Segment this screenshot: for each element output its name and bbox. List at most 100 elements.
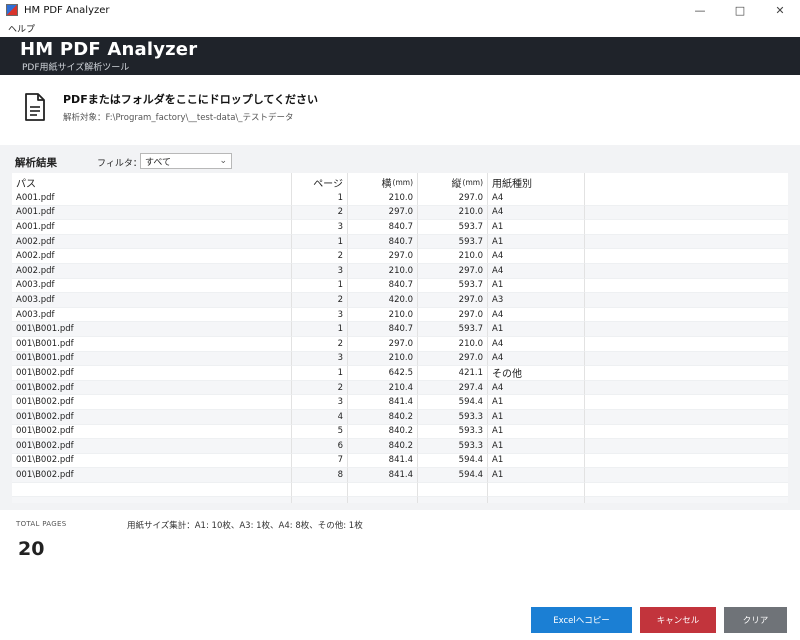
empty-cell (12, 482, 292, 498)
cell-type: A4 (488, 336, 585, 352)
total-pages-value: 20 (18, 538, 45, 560)
maximize-icon[interactable]: □ (720, 0, 760, 20)
cell-path: A003.pdf (12, 293, 292, 308)
table-row[interactable]: 001\B002.pdf 1 642.5 421.1 その他 (12, 366, 788, 381)
cell-type: A4 (488, 351, 585, 367)
cell-height: 593.3 (418, 409, 488, 425)
cell-height: 297.0 (418, 293, 488, 308)
table-row[interactable]: A001.pdf 1 210.0 297.0 A4 (12, 191, 788, 206)
cell-filler (585, 425, 788, 440)
cell-page: 2 (292, 205, 348, 221)
cell-type: A1 (488, 453, 585, 469)
cell-width: 297.0 (348, 249, 418, 264)
results-title: 解析結果 (15, 157, 57, 169)
table-row[interactable]: 001\B002.pdf 4 840.2 593.3 A1 (12, 409, 788, 425)
cell-path: A002.pdf (12, 249, 292, 264)
cell-width: 210.0 (348, 351, 418, 367)
table-row[interactable]: 001\B002.pdf 6 840.2 593.3 A1 (12, 439, 788, 454)
table-row[interactable]: 001\B001.pdf 1 840.7 593.7 A1 (12, 322, 788, 337)
cell-path: 001\B002.pdf (12, 439, 292, 454)
cell-filler (585, 235, 788, 250)
cell-path: 001\B001.pdf (12, 336, 292, 352)
cell-page: 1 (292, 191, 348, 206)
cell-width: 840.2 (348, 424, 418, 440)
table-row[interactable]: 001\B002.pdf 2 210.4 297.4 A4 (12, 380, 788, 396)
table-row[interactable]: A001.pdf 2 297.0 210.0 A4 (12, 205, 788, 221)
cell-filler (585, 206, 788, 221)
table-row[interactable]: A001.pdf 3 840.7 593.7 A1 (12, 220, 788, 235)
empty-cell (585, 483, 788, 498)
cell-filler (585, 454, 788, 469)
header-height[interactable]: 縦 (mm) (418, 173, 488, 191)
cell-page: 5 (292, 424, 348, 440)
filter-selected-value: すべて (145, 157, 172, 168)
table-row[interactable]: 001\B002.pdf 3 841.4 594.4 A1 (12, 395, 788, 410)
cell-path: 001\B002.pdf (12, 453, 292, 469)
filter-label: フィルタ： (97, 159, 142, 169)
table-row[interactable]: A002.pdf 3 210.0 297.0 A4 (12, 263, 788, 279)
minimize-icon[interactable]: — (680, 0, 720, 20)
table-row[interactable]: A002.pdf 2 297.0 210.0 A4 (12, 249, 788, 264)
empty-cell (348, 497, 418, 503)
close-icon[interactable]: ✕ (760, 0, 800, 20)
header-type[interactable]: 用紙種別 (488, 173, 585, 191)
table-row[interactable]: 001\B001.pdf 2 297.0 210.0 A4 (12, 336, 788, 352)
cell-page: 1 (292, 322, 348, 337)
cancel-button[interactable]: キャンセル (640, 607, 716, 633)
cell-page: 3 (292, 263, 348, 279)
copy-to-excel-button[interactable]: Excelへコピー (531, 607, 632, 633)
cell-filler (585, 249, 788, 264)
table-row[interactable]: A003.pdf 2 420.0 297.0 A3 (12, 293, 788, 308)
cell-filler (585, 264, 788, 279)
table-row[interactable]: 001\B002.pdf 8 841.4 594.4 A1 (12, 468, 788, 483)
header-width[interactable]: 横 (mm) (348, 173, 418, 191)
cell-height: 593.3 (418, 439, 488, 454)
table-body: A001.pdf 1 210.0 297.0 A4 A001.pdf 2 297.0 210.0… (12, 191, 788, 503)
empty-cell (488, 497, 585, 503)
cell-type: A4 (488, 380, 585, 396)
menu-help[interactable]: ヘルプ (8, 22, 35, 35)
cell-page: 2 (292, 380, 348, 396)
table-row[interactable]: A003.pdf 1 840.7 593.7 A1 (12, 278, 788, 294)
cell-path: A002.pdf (12, 263, 292, 279)
table-row[interactable]: 001\B001.pdf 3 210.0 297.0 A4 (12, 351, 788, 367)
app-name: HM PDF Analyzer (20, 39, 198, 60)
drop-instruction: PDFまたはフォルダをここにドロップしてください (63, 93, 319, 106)
table-row[interactable]: A002.pdf 1 840.7 593.7 A1 (12, 234, 788, 250)
cell-page: 3 (292, 220, 348, 235)
empty-cell (292, 497, 348, 503)
cell-width: 210.4 (348, 380, 418, 396)
table-row[interactable]: 001\B002.pdf 5 840.2 593.3 A1 (12, 424, 788, 440)
cell-type: A1 (488, 278, 585, 294)
cell-page: 2 (292, 293, 348, 308)
cell-type: A1 (488, 409, 585, 425)
cell-type: A1 (488, 322, 585, 337)
total-pages-label: TOTAL PAGES (16, 520, 67, 528)
window-title: HM PDF Analyzer (24, 4, 110, 16)
app-icon (6, 4, 18, 16)
cell-width: 840.2 (348, 439, 418, 454)
drop-zone[interactable]: PDFまたはフォルダをここにドロップしてください 解析対象：F:\Program… (0, 75, 800, 145)
table-row[interactable]: 001\B002.pdf 7 841.4 594.4 A1 (12, 453, 788, 469)
header-path[interactable]: パス (12, 173, 292, 191)
cell-page: 8 (292, 468, 348, 483)
cell-width: 297.0 (348, 336, 418, 352)
empty-cell (585, 497, 788, 503)
cell-width: 420.0 (348, 293, 418, 308)
cell-height: 421.1 (418, 366, 488, 381)
cell-height: 297.4 (418, 380, 488, 396)
clear-button[interactable]: クリア (724, 607, 787, 633)
cell-height: 297.0 (418, 351, 488, 367)
table-row[interactable]: A003.pdf 3 210.0 297.0 A4 (12, 307, 788, 323)
cell-height: 210.0 (418, 205, 488, 221)
size-summary: 用紙サイズ集計：A1: 10枚、A3: 1枚、A4: 8枚、その他: 1枚 (127, 521, 363, 531)
app-subtitle: PDF用紙サイズ解析ツール (22, 63, 130, 73)
header-page[interactable]: ページ (292, 173, 348, 191)
cell-page: 1 (292, 234, 348, 250)
menu-bar: ヘルプ (0, 20, 800, 37)
cell-page: 2 (292, 249, 348, 264)
cell-filler (585, 352, 788, 367)
cell-width: 840.7 (348, 278, 418, 294)
filter-dropdown[interactable]: すべて ⌄ (140, 153, 232, 169)
cell-path: A003.pdf (12, 278, 292, 294)
